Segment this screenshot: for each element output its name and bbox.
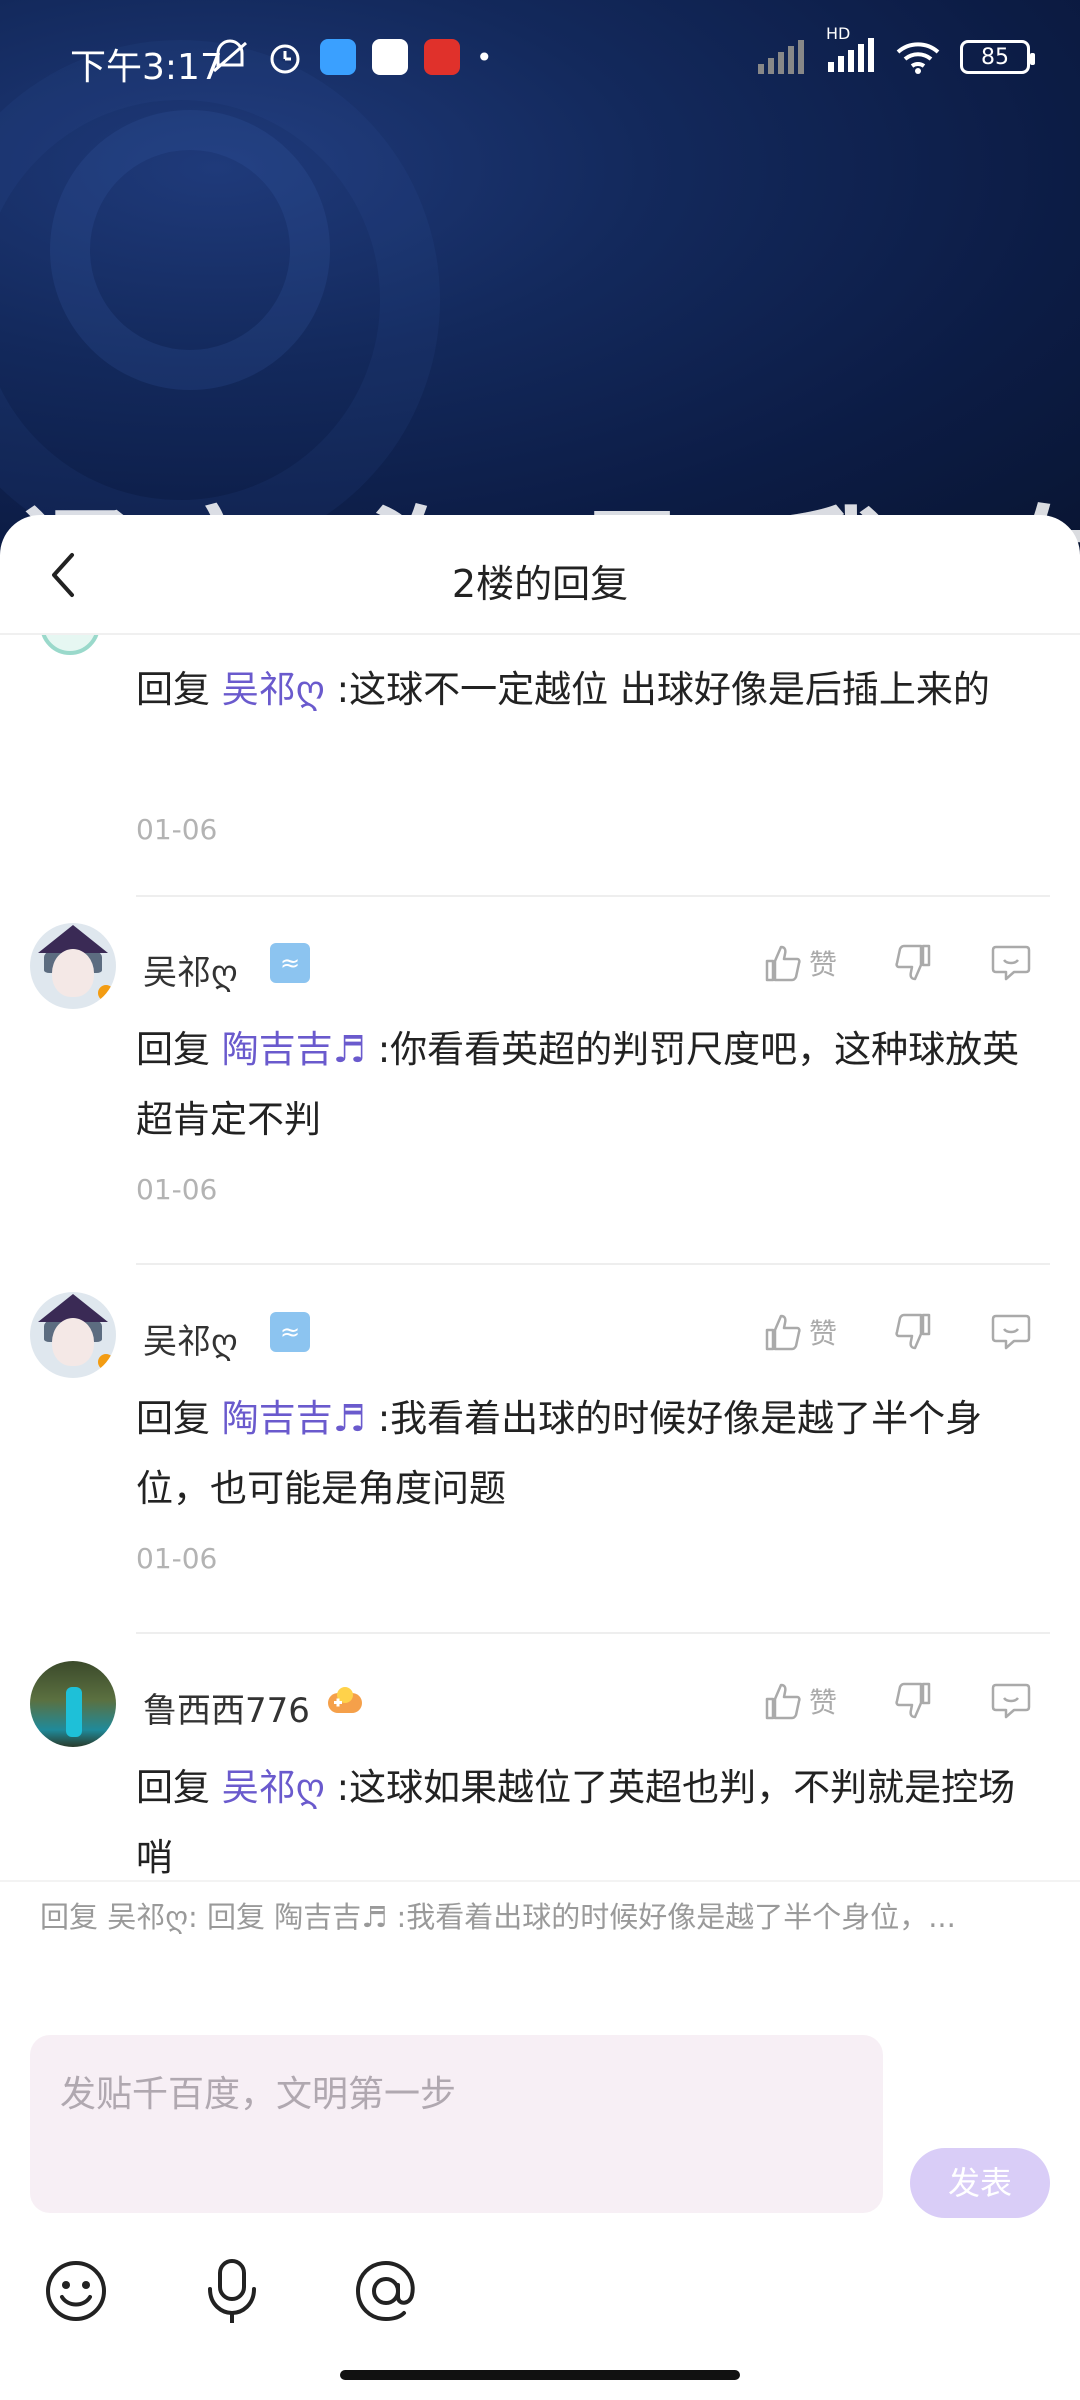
app-notification-icon [320, 39, 356, 75]
app-notification-icon [424, 39, 460, 75]
screen: 辽宁 海 日 我 女 人 外 下午3:17 • HD 85 2楼的回复 [0, 0, 1080, 2400]
avatar[interactable] [30, 1661, 116, 1747]
mention-link[interactable]: 陶吉吉♬ [222, 1397, 366, 1440]
status-notification-icons: • [210, 38, 493, 76]
like-button[interactable]: 赞 [763, 933, 837, 993]
status-time: 下午3:17 [70, 47, 223, 88]
user-row: 吴祁ღ ≈ 赞 [0, 1292, 1080, 1392]
game-controller-badge-icon [328, 1687, 362, 1713]
at-icon[interactable] [350, 2255, 422, 2327]
reply-text: 回复 吴祁ღ :这球如果越位了英超也判，不判就是控场哨 [136, 1753, 1046, 1880]
divider [136, 1263, 1050, 1265]
reply-input[interactable]: 发贴千百度，文明第一步 [30, 2035, 883, 2213]
dislike-button[interactable] [893, 1302, 933, 1362]
status-system-icons: HD 85 [756, 24, 1035, 76]
avatar-figure [66, 1687, 82, 1737]
aquarius-badge: ≈ [270, 943, 310, 983]
reply-label: 回复 [136, 1397, 210, 1440]
dislike-button[interactable] [893, 933, 933, 993]
avatar[interactable] [30, 923, 116, 1009]
avatar-face [52, 1318, 94, 1366]
sheet-title: 2楼的回复 [451, 562, 629, 606]
battery-indicator: 85 [960, 40, 1035, 74]
username[interactable]: 吴祁ღ [143, 945, 238, 994]
signal-strong-icon [828, 38, 874, 72]
mention-link[interactable]: 陶吉吉♬ [222, 1028, 366, 1071]
reply-sheet: 2楼的回复 回复 吴祁ღ :这球不一定越位 出球好像是后插上来的 01-06 吴… [0, 515, 1080, 2400]
like-label: 赞 [809, 1686, 838, 1719]
mention-link[interactable]: 吴祁ღ [222, 1766, 325, 1809]
wifi-icon [896, 42, 940, 74]
avatar-pumpkin [98, 1354, 114, 1370]
comment-button[interactable] [990, 1302, 1032, 1362]
comment-icon [991, 945, 1031, 981]
username[interactable]: 吴祁ღ [143, 1314, 238, 1363]
reply-text: 回复 陶吉吉♬ :我看着出球的时候好像是越了半个身位，也可能是角度问题 [136, 1384, 1046, 1524]
thumbs-down-icon [895, 1682, 931, 1719]
reply-list[interactable]: 回复 吴祁ღ :这球不一定越位 出球好像是后插上来的 01-06 吴祁ღ ≈ 赞 [0, 635, 1080, 1880]
avatar[interactable] [30, 1292, 116, 1378]
dislike-button[interactable] [893, 1671, 933, 1731]
comment-button[interactable] [990, 933, 1032, 993]
signal-weak-icon [758, 40, 804, 74]
reply-body: :这球不一定越位 出球好像是后插上来的 [324, 668, 990, 711]
background-shape [50, 110, 330, 390]
reply-text: 回复 陶吉吉♬ :你看看英超的判罚尺度吧，这种球放英超肯定不判 [136, 1015, 1046, 1155]
thumbs-up-icon [765, 1683, 801, 1720]
thumbs-down-icon [895, 944, 931, 981]
network-type: HD [826, 24, 851, 43]
like-label: 赞 [809, 1317, 838, 1350]
comment-icon [991, 1314, 1031, 1350]
emoji-icon[interactable] [40, 2255, 112, 2327]
reply-date: 01-06 [136, 1542, 218, 1575]
reply-label: 回复 [136, 1028, 210, 1071]
more-notifications-dot: • [476, 40, 493, 74]
mention-link[interactable]: 吴祁ღ [222, 668, 325, 711]
avatar[interactable] [40, 635, 100, 655]
comment-icon [991, 1683, 1031, 1719]
microphone-icon[interactable] [196, 2255, 268, 2327]
reply-date: 01-06 [136, 813, 218, 846]
thumbs-up-icon [765, 1314, 801, 1351]
user-row: 鲁西西776 赞 [0, 1661, 1080, 1761]
composer-toolbar [0, 2255, 1080, 2355]
thumbs-up-icon [765, 945, 801, 982]
reply-label: 回复 [136, 668, 210, 711]
reply-date: 01-06 [136, 1173, 218, 1206]
mute-icon [213, 39, 247, 73]
sheet-header: 2楼的回复 [0, 515, 1080, 635]
alarm-icon [270, 44, 300, 74]
reply-label: 回复 [136, 1766, 210, 1809]
like-button[interactable]: 赞 [763, 1302, 837, 1362]
comment-button[interactable] [990, 1671, 1032, 1731]
like-label: 赞 [809, 948, 838, 981]
username[interactable]: 鲁西西776 [143, 1683, 310, 1732]
status-bar: 下午3:17 • HD 85 [0, 0, 1080, 120]
avatar-face [52, 949, 94, 997]
app-notification-icon [372, 39, 408, 75]
avatar-pumpkin [98, 985, 114, 1001]
reply-text: 回复 吴祁ღ :这球不一定越位 出球好像是后插上来的 [136, 655, 1046, 725]
divider [136, 1632, 1050, 1634]
thumbs-down-icon [895, 1313, 931, 1350]
like-button[interactable]: 赞 [763, 1671, 837, 1731]
aquarius-badge: ≈ [270, 1312, 310, 1352]
send-button[interactable]: 发表 [910, 2148, 1050, 2218]
quoted-reply-preview: 回复 吴祁ღ: 回复 陶吉吉♬ :我看着出球的时候好像是越了半个身位，... [0, 1880, 1080, 1950]
user-row: 吴祁ღ ≈ 赞 [0, 923, 1080, 1023]
home-indicator[interactable] [340, 2370, 740, 2380]
divider [136, 895, 1050, 897]
